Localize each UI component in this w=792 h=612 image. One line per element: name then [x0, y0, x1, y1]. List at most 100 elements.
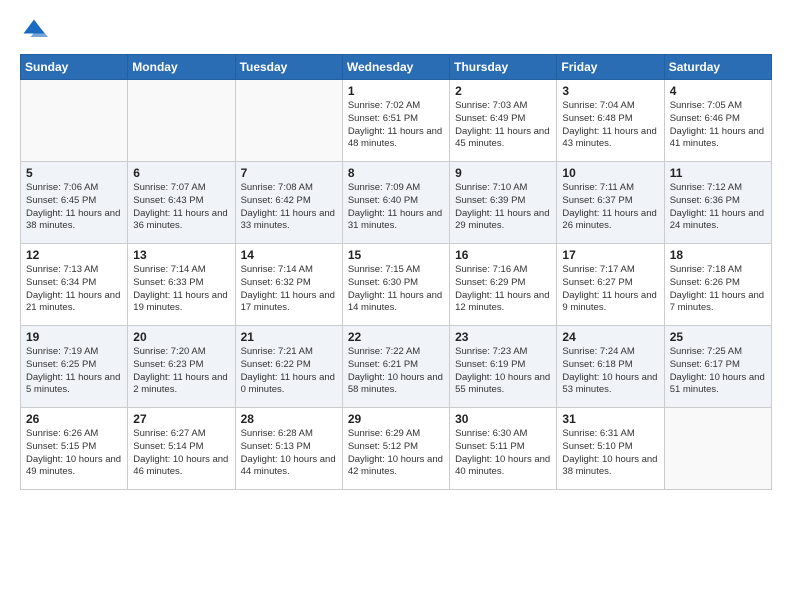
day-number: 18: [670, 248, 766, 262]
day-number: 22: [348, 330, 444, 344]
day-info: Sunrise: 7:25 AM Sunset: 6:17 PM Dayligh…: [670, 346, 766, 397]
week-row-2: 5 Sunrise: 7:06 AM Sunset: 6:45 PM Daylig…: [21, 162, 772, 244]
week-row-1: 1Sunrise: 7:02 AM Sunset: 6:51 PM Daylig…: [21, 80, 772, 162]
day-cell: 17 Sunrise: 7:17 AM Sunset: 6:27 PM Dayli…: [557, 244, 664, 326]
day-cell: 29 Sunrise: 6:29 AM Sunset: 5:12 PM Dayli…: [342, 408, 449, 490]
day-cell: 2 Sunrise: 7:03 AM Sunset: 6:49 PM Daylig…: [450, 80, 557, 162]
col-header-wednesday: Wednesday: [342, 55, 449, 80]
day-info: Sunrise: 7:20 AM Sunset: 6:23 PM Dayligh…: [133, 346, 229, 397]
day-number: 29: [348, 412, 444, 426]
week-row-3: 12 Sunrise: 7:13 AM Sunset: 6:34 PM Dayli…: [21, 244, 772, 326]
day-number: 28: [241, 412, 337, 426]
day-number: 31: [562, 412, 658, 426]
day-info: Sunrise: 7:24 AM Sunset: 6:18 PM Dayligh…: [562, 346, 658, 397]
day-cell: 15 Sunrise: 7:15 AM Sunset: 6:30 PM Dayli…: [342, 244, 449, 326]
day-number: 10: [562, 166, 658, 180]
day-cell: 31 Sunrise: 6:31 AM Sunset: 5:10 PM Dayli…: [557, 408, 664, 490]
header: [20, 16, 772, 44]
calendar-header-row: SundayMondayTuesdayWednesdayThursdayFrid…: [21, 55, 772, 80]
col-header-tuesday: Tuesday: [235, 55, 342, 80]
day-number: 8: [348, 166, 444, 180]
logo: [20, 16, 52, 44]
day-cell: 21Sunrise: 7:21 AM Sunset: 6:22 PM Dayli…: [235, 326, 342, 408]
day-number: 25: [670, 330, 766, 344]
day-cell: [235, 80, 342, 162]
day-number: 16: [455, 248, 551, 262]
day-info: Sunrise: 7:17 AM Sunset: 6:27 PM Dayligh…: [562, 264, 658, 315]
day-cell: 9 Sunrise: 7:10 AM Sunset: 6:39 PM Daylig…: [450, 162, 557, 244]
day-cell: 30 Sunrise: 6:30 AM Sunset: 5:11 PM Dayli…: [450, 408, 557, 490]
day-cell: 20 Sunrise: 7:20 AM Sunset: 6:23 PM Dayli…: [128, 326, 235, 408]
day-number: 20: [133, 330, 229, 344]
day-number: 26: [26, 412, 122, 426]
day-info: Sunrise: 7:07 AM Sunset: 6:43 PM Dayligh…: [133, 182, 229, 233]
col-header-monday: Monday: [128, 55, 235, 80]
day-number: 7: [241, 166, 337, 180]
day-info: Sunrise: 7:10 AM Sunset: 6:39 PM Dayligh…: [455, 182, 551, 233]
day-number: 11: [670, 166, 766, 180]
day-info: Sunrise: 6:29 AM Sunset: 5:12 PM Dayligh…: [348, 428, 444, 479]
day-cell: 25 Sunrise: 7:25 AM Sunset: 6:17 PM Dayli…: [664, 326, 771, 408]
day-cell: 1Sunrise: 7:02 AM Sunset: 6:51 PM Daylig…: [342, 80, 449, 162]
day-cell: 3 Sunrise: 7:04 AM Sunset: 6:48 PM Daylig…: [557, 80, 664, 162]
day-cell: 7 Sunrise: 7:08 AM Sunset: 6:42 PM Daylig…: [235, 162, 342, 244]
day-info: Sunrise: 7:18 AM Sunset: 6:26 PM Dayligh…: [670, 264, 766, 315]
day-cell: [21, 80, 128, 162]
day-cell: [664, 408, 771, 490]
day-number: 14: [241, 248, 337, 262]
day-number: 6: [133, 166, 229, 180]
day-cell: 11 Sunrise: 7:12 AM Sunset: 6:36 PM Dayli…: [664, 162, 771, 244]
day-number: 24: [562, 330, 658, 344]
day-number: 2: [455, 84, 551, 98]
day-info: Sunrise: 7:12 AM Sunset: 6:36 PM Dayligh…: [670, 182, 766, 233]
day-info: Sunrise: 7:23 AM Sunset: 6:19 PM Dayligh…: [455, 346, 551, 397]
day-number: 30: [455, 412, 551, 426]
day-info: Sunrise: 7:09 AM Sunset: 6:40 PM Dayligh…: [348, 182, 444, 233]
col-header-saturday: Saturday: [664, 55, 771, 80]
day-info: Sunrise: 7:02 AM Sunset: 6:51 PM Dayligh…: [348, 100, 444, 151]
day-number: 5: [26, 166, 122, 180]
day-cell: 10Sunrise: 7:11 AM Sunset: 6:37 PM Dayli…: [557, 162, 664, 244]
day-info: Sunrise: 7:21 AM Sunset: 6:22 PM Dayligh…: [241, 346, 337, 397]
day-cell: 8 Sunrise: 7:09 AM Sunset: 6:40 PM Daylig…: [342, 162, 449, 244]
day-number: 17: [562, 248, 658, 262]
day-number: 23: [455, 330, 551, 344]
day-info: Sunrise: 7:19 AM Sunset: 6:25 PM Dayligh…: [26, 346, 122, 397]
calendar-table: SundayMondayTuesdayWednesdayThursdayFrid…: [20, 54, 772, 490]
day-cell: 14 Sunrise: 7:14 AM Sunset: 6:32 PM Dayli…: [235, 244, 342, 326]
day-cell: 12 Sunrise: 7:13 AM Sunset: 6:34 PM Dayli…: [21, 244, 128, 326]
day-cell: 16Sunrise: 7:16 AM Sunset: 6:29 PM Dayli…: [450, 244, 557, 326]
day-info: Sunrise: 6:31 AM Sunset: 5:10 PM Dayligh…: [562, 428, 658, 479]
day-cell: 13 Sunrise: 7:14 AM Sunset: 6:33 PM Dayli…: [128, 244, 235, 326]
page: SundayMondayTuesdayWednesdayThursdayFrid…: [0, 0, 792, 612]
day-cell: 23 Sunrise: 7:23 AM Sunset: 6:19 PM Dayli…: [450, 326, 557, 408]
day-info: Sunrise: 7:06 AM Sunset: 6:45 PM Dayligh…: [26, 182, 122, 233]
day-info: Sunrise: 7:03 AM Sunset: 6:49 PM Dayligh…: [455, 100, 551, 151]
day-info: Sunrise: 7:08 AM Sunset: 6:42 PM Dayligh…: [241, 182, 337, 233]
col-header-friday: Friday: [557, 55, 664, 80]
day-info: Sunrise: 7:04 AM Sunset: 6:48 PM Dayligh…: [562, 100, 658, 151]
day-number: 12: [26, 248, 122, 262]
day-cell: 6 Sunrise: 7:07 AM Sunset: 6:43 PM Daylig…: [128, 162, 235, 244]
col-header-thursday: Thursday: [450, 55, 557, 80]
day-cell: 24 Sunrise: 7:24 AM Sunset: 6:18 PM Dayli…: [557, 326, 664, 408]
week-row-5: 26Sunrise: 6:26 AM Sunset: 5:15 PM Dayli…: [21, 408, 772, 490]
day-cell: 26Sunrise: 6:26 AM Sunset: 5:15 PM Dayli…: [21, 408, 128, 490]
day-number: 3: [562, 84, 658, 98]
col-header-sunday: Sunday: [21, 55, 128, 80]
day-info: Sunrise: 6:28 AM Sunset: 5:13 PM Dayligh…: [241, 428, 337, 479]
day-info: Sunrise: 7:22 AM Sunset: 6:21 PM Dayligh…: [348, 346, 444, 397]
day-cell: [128, 80, 235, 162]
day-info: Sunrise: 7:14 AM Sunset: 6:32 PM Dayligh…: [241, 264, 337, 315]
day-info: Sunrise: 7:13 AM Sunset: 6:34 PM Dayligh…: [26, 264, 122, 315]
day-cell: 22 Sunrise: 7:22 AM Sunset: 6:21 PM Dayli…: [342, 326, 449, 408]
day-cell: 4Sunrise: 7:05 AM Sunset: 6:46 PM Daylig…: [664, 80, 771, 162]
day-number: 13: [133, 248, 229, 262]
day-info: Sunrise: 7:14 AM Sunset: 6:33 PM Dayligh…: [133, 264, 229, 315]
day-cell: 5 Sunrise: 7:06 AM Sunset: 6:45 PM Daylig…: [21, 162, 128, 244]
day-info: Sunrise: 6:27 AM Sunset: 5:14 PM Dayligh…: [133, 428, 229, 479]
day-info: Sunrise: 6:30 AM Sunset: 5:11 PM Dayligh…: [455, 428, 551, 479]
day-info: Sunrise: 7:15 AM Sunset: 6:30 PM Dayligh…: [348, 264, 444, 315]
day-number: 9: [455, 166, 551, 180]
day-number: 15: [348, 248, 444, 262]
